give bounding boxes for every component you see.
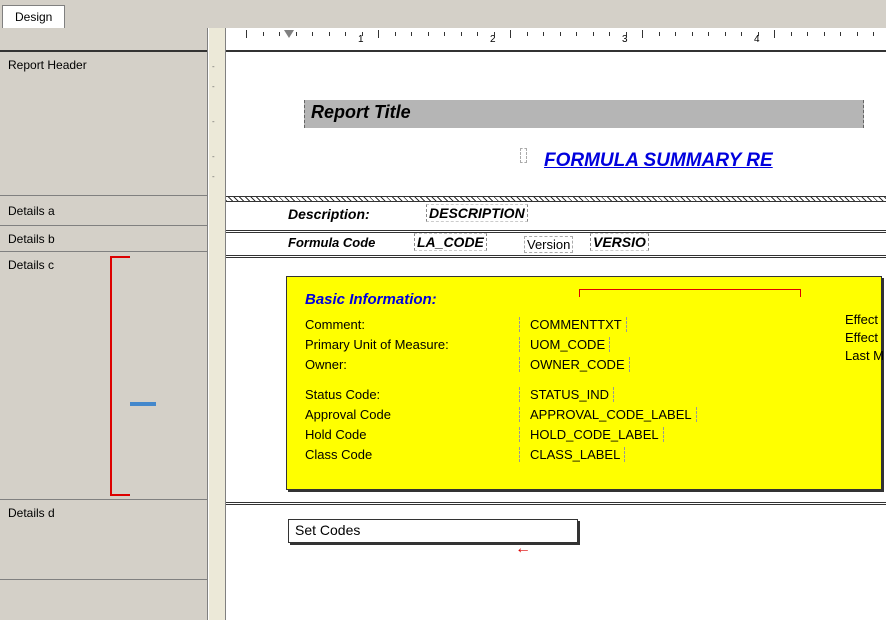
description-label[interactable]: Description: (288, 206, 370, 222)
ruler-tick (329, 32, 330, 36)
ruler-tick (609, 32, 610, 36)
class-field[interactable]: CLASS_LABEL (530, 447, 625, 462)
effect-label-2[interactable]: Effect (845, 330, 884, 348)
ruler-tick (758, 32, 759, 36)
report-header-block[interactable]: Report Title FORMULA SUMMARY RE (226, 52, 886, 196)
section-details-b[interactable]: Details b (0, 226, 207, 252)
section-details-a[interactable]: Details a (0, 196, 207, 226)
ruler-tick (246, 30, 247, 38)
tab-bar: Design (0, 0, 886, 28)
ruler-tick (675, 32, 676, 36)
red-bracket-annotation (110, 256, 130, 496)
section-details-c[interactable]: Details c (0, 252, 207, 500)
ruler-tick (593, 32, 594, 36)
uom-field[interactable]: UOM_CODE (530, 337, 610, 352)
ruler-tick (857, 32, 858, 36)
ruler-tick (774, 30, 775, 38)
red-top-bracket-annotation (579, 289, 801, 297)
effect-label-1[interactable]: Effect (845, 312, 884, 330)
ruler-tick (840, 32, 841, 36)
ruler-tick (791, 32, 792, 36)
left-arrow-icon: ← (515, 540, 531, 558)
details-a-block[interactable]: Description: DESCRIPTION (226, 202, 886, 230)
section-column: Report Header Details a Details b Detail… (0, 28, 208, 620)
ruler-tick (692, 32, 693, 36)
indent-marker-icon[interactable] (284, 30, 294, 38)
version-field[interactable]: VERSIO (590, 233, 649, 251)
report-title-field[interactable]: Report Title (304, 100, 864, 128)
section-label-text: Details b (8, 232, 55, 246)
status-field[interactable]: STATUS_IND (530, 387, 614, 402)
hold-field[interactable]: HOLD_CODE_LABEL (530, 427, 664, 442)
ruler-tick (824, 32, 825, 36)
section-details-d[interactable]: Details d (0, 500, 207, 580)
ruler-tick (362, 32, 363, 36)
ruler-tick (279, 32, 280, 36)
version-label[interactable]: Version (524, 236, 573, 253)
ruler-tick (642, 30, 643, 38)
class-label[interactable]: Class Code (305, 447, 520, 462)
uom-label[interactable]: Primary Unit of Measure: (305, 337, 520, 352)
ruler-tick (296, 32, 297, 36)
ruler-tick (411, 32, 412, 36)
ruler-tick (659, 32, 660, 36)
basic-info-panel[interactable]: Basic Information: Comment:COMMENTTXT Pr… (286, 276, 882, 490)
ruler-tick (708, 32, 709, 36)
ruler-tick (741, 32, 742, 36)
formula-summary-title-field[interactable]: FORMULA SUMMARY RE (544, 150, 773, 172)
ruler-tick (494, 32, 495, 36)
section-label-text: Details a (8, 204, 55, 218)
ruler-tick (444, 32, 445, 36)
ruler-tick (560, 32, 561, 36)
field-marker[interactable] (520, 148, 527, 163)
ruler-tick (626, 32, 627, 36)
set-codes-text: Set Codes (295, 522, 360, 538)
ruler-tick (378, 30, 379, 38)
ruler-tick (395, 32, 396, 36)
main-layout: Report Header Details a Details b Detail… (0, 28, 886, 620)
details-b-block[interactable]: Formula Code LA_CODE Version VERSIO (226, 233, 886, 255)
owner-label[interactable]: Owner: (305, 357, 520, 372)
section-report-header[interactable]: Report Header (0, 52, 207, 196)
ruler-tick (477, 32, 478, 36)
section-label-text: Report Header (8, 58, 87, 72)
description-field[interactable]: DESCRIPTION (426, 204, 528, 222)
approval-label[interactable]: Approval Code (305, 407, 520, 422)
details-d-block[interactable]: Set Codes ← (226, 505, 886, 581)
ruler-tick (461, 32, 462, 36)
owner-field[interactable]: OWNER_CODE (530, 357, 630, 372)
last-label[interactable]: Last M (845, 348, 884, 366)
set-codes-field[interactable]: Set Codes ← (288, 519, 578, 543)
approval-field[interactable]: APPROVAL_CODE_LABEL (530, 407, 697, 422)
ruler-tick (312, 32, 313, 36)
ruler-tick (873, 32, 874, 36)
ruler-tick (576, 32, 577, 36)
formula-code-label[interactable]: Formula Code (288, 235, 375, 250)
ruler-tick (543, 32, 544, 36)
blue-dash-annotation (130, 402, 156, 406)
ruler-tick (345, 32, 346, 36)
right-side-labels: Effect Effect Last M (845, 312, 884, 366)
gutter: - - - - - (208, 28, 226, 620)
ruler[interactable]: 1 2 3 4 (226, 28, 886, 52)
status-label[interactable]: Status Code: (305, 387, 520, 402)
ruler-tick (527, 32, 528, 36)
section-label-text: Details d (8, 506, 55, 520)
details-c-block[interactable]: Basic Information: Comment:COMMENTTXT Pr… (226, 258, 886, 502)
ruler-tick (510, 30, 511, 38)
tab-design[interactable]: Design (2, 5, 65, 28)
hold-label[interactable]: Hold Code (305, 427, 520, 442)
ruler-tick (263, 32, 264, 36)
comment-label[interactable]: Comment: (305, 317, 520, 332)
ruler-tick (725, 32, 726, 36)
section-label-text: Details c (8, 258, 54, 272)
ruler-tick (807, 32, 808, 36)
comment-field[interactable]: COMMENTTXT (530, 317, 627, 332)
formula-code-field[interactable]: LA_CODE (414, 233, 487, 251)
ruler-tick (428, 32, 429, 36)
design-canvas[interactable]: 1 2 3 4 Report Title FORMULA SUMMARY RE … (226, 28, 886, 620)
